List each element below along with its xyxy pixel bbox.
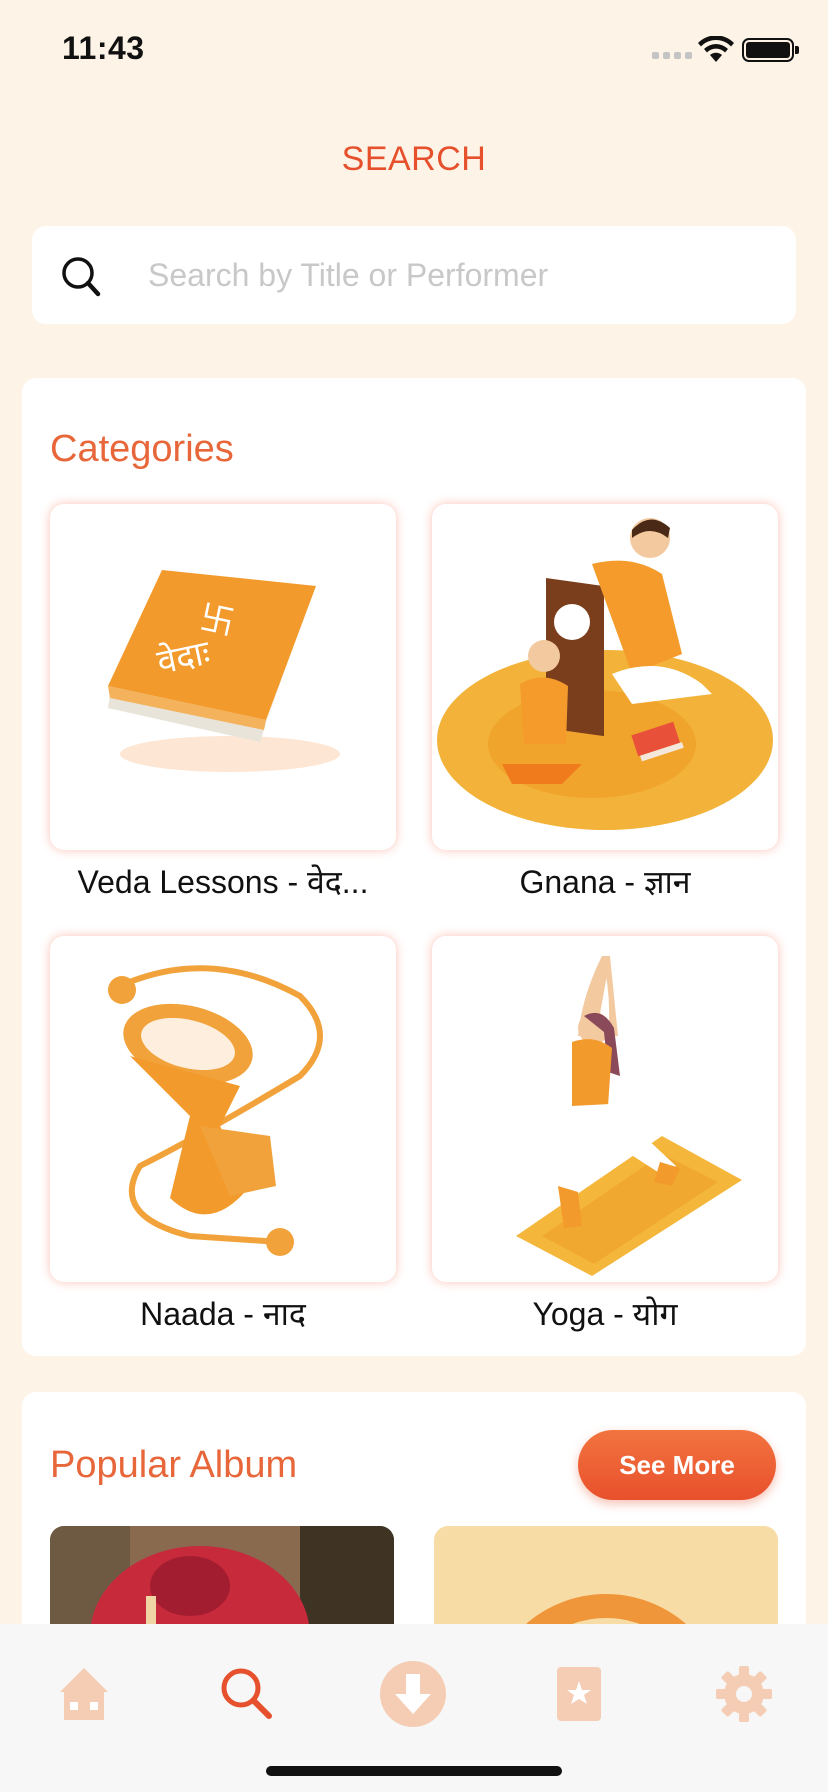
search-bar[interactable] <box>32 226 796 324</box>
cellular-signal-icon <box>652 52 692 59</box>
category-tile-naada[interactable]: Naada - नाद <box>50 936 396 1335</box>
status-time: 11:43 <box>62 30 145 66</box>
tab-search[interactable] <box>207 1654 287 1734</box>
search-icon <box>221 1668 272 1719</box>
category-label: Veda Lessons - वेद... <box>77 864 369 900</box>
wifi-icon <box>698 36 734 62</box>
categories-title: Categories <box>50 428 234 470</box>
page-title: SEARCH <box>341 140 487 178</box>
category-thumbnail: 卐 वेदाः <box>50 504 396 850</box>
search-icon <box>62 257 101 297</box>
category-tile-yoga[interactable]: Yoga - योग <box>432 936 778 1335</box>
naada-damaru-illustration <box>108 965 323 1256</box>
veda-book-illustration: 卐 वेदाः <box>108 570 340 772</box>
see-more-button[interactable]: See More <box>578 1430 776 1500</box>
tab-home[interactable] <box>44 1654 124 1734</box>
tab-favorites[interactable] <box>539 1654 619 1734</box>
home-indicator <box>266 1766 562 1776</box>
category-tile-gnana[interactable]: Gnana - ज्ञान <box>432 504 778 903</box>
popular-album-title: Popular Album <box>50 1444 298 1486</box>
category-thumbnail <box>432 504 778 850</box>
tab-downloads[interactable] <box>373 1654 453 1734</box>
categories-card: Categories 卐 वेदाः Veda Lessons - वेद... <box>22 378 806 1356</box>
favorites-book-icon <box>557 1667 601 1721</box>
battery-icon <box>742 38 799 62</box>
category-thumbnail <box>50 936 396 1282</box>
category-thumbnail <box>432 936 778 1282</box>
gnana-teacher-child-illustration <box>437 518 773 830</box>
status-bar: 11:43 <box>0 0 828 100</box>
gear-icon <box>716 1666 772 1722</box>
category-tile-veda[interactable]: 卐 वेदाः Veda Lessons - वेद... <box>50 504 396 903</box>
home-icon <box>60 1668 108 1720</box>
tab-settings[interactable] <box>704 1654 784 1734</box>
yoga-pose-illustration <box>516 956 742 1276</box>
download-icon <box>380 1661 446 1727</box>
category-label: Naada - नाद <box>140 1296 306 1332</box>
category-label: Yoga - योग <box>532 1296 678 1332</box>
search-input[interactable] <box>148 250 768 300</box>
category-label: Gnana - ज्ञान <box>519 864 691 900</box>
